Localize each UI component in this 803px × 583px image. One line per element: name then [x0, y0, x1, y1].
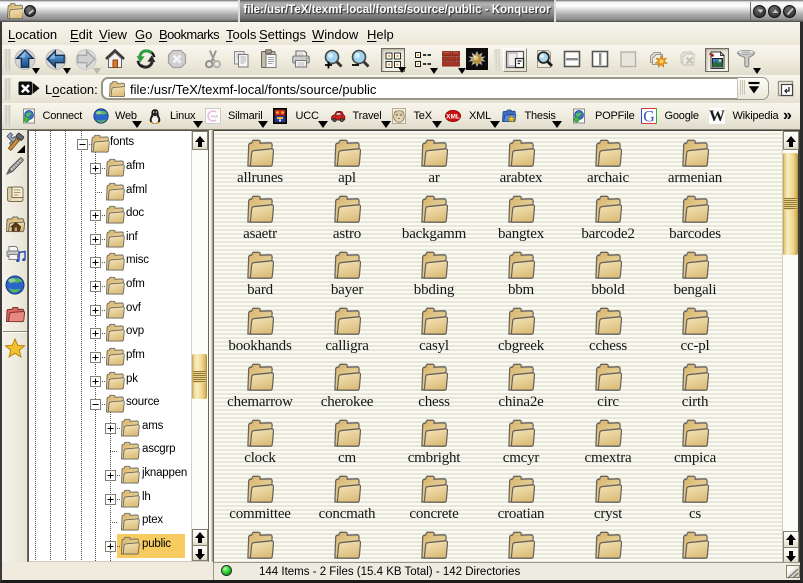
svg-text:XML: XML	[446, 113, 460, 120]
svg-text:AAA: AAA	[211, 115, 219, 119]
svg-text:W: W	[709, 108, 725, 124]
svg-text:G: G	[643, 109, 655, 125]
